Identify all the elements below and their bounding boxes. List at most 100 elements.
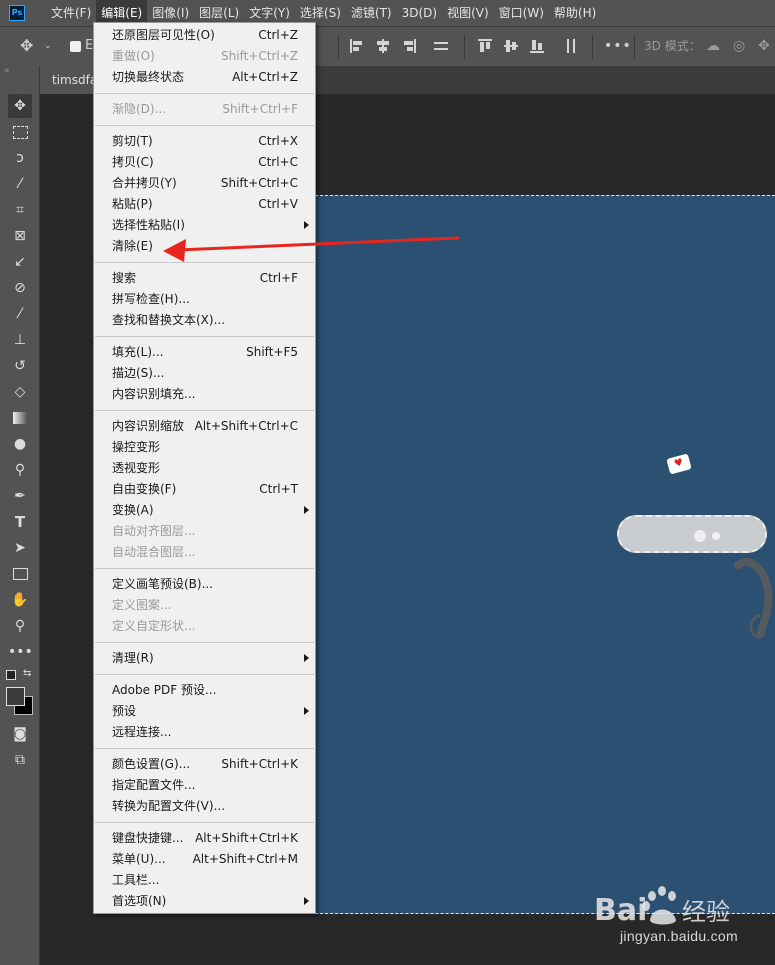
menu-item-shortcut: Ctrl+Z (258, 28, 298, 42)
auto-select-label: E (85, 38, 94, 53)
submenu-arrow-icon (304, 654, 309, 662)
marquee-tool-icon[interactable] (8, 120, 32, 144)
menu-item[interactable]: 滤镜(T) (346, 0, 397, 26)
align-middle-icon[interactable] (504, 39, 518, 53)
menu-separator (95, 262, 314, 263)
menu-item-shortcut: Shift+Ctrl+Z (221, 49, 298, 63)
blur-tool-icon[interactable]: ● (8, 432, 32, 456)
menu-item[interactable]: 搜索 Ctrl+F (94, 268, 315, 288)
align-bottom-icon[interactable] (530, 39, 544, 53)
menu-item[interactable]: 合并拷贝(Y) Shift+Ctrl+C (94, 173, 315, 193)
screen-mode-icon[interactable]: ⧉ (8, 748, 32, 772)
menu-item[interactable]: 转换为配置文件(V)... (94, 796, 315, 816)
menu-item[interactable]: 操控变形 (94, 437, 315, 457)
document-canvas[interactable] (315, 195, 775, 914)
separator (634, 35, 635, 59)
lasso-tool-icon[interactable]: ↄ (8, 146, 32, 170)
menu-item[interactable]: 变换(A) (94, 500, 315, 520)
menu-item[interactable]: 清理(R) (94, 648, 315, 668)
menu-item[interactable]: 透视变形 (94, 458, 315, 478)
illustration-dot (712, 532, 720, 540)
frame-tool-icon[interactable]: ⊠ (8, 224, 32, 248)
hand-tool-icon[interactable]: ✋ (8, 588, 32, 612)
more-tools-icon[interactable]: ••• (8, 640, 33, 664)
menu-item[interactable]: 工具栏... (94, 870, 315, 890)
menu-item[interactable]: 查找和替换文本(X)... (94, 310, 315, 330)
dodge-tool-icon[interactable]: ⚲ (8, 458, 32, 482)
menu-item[interactable]: 剪切(T) Ctrl+X (94, 131, 315, 151)
swap-colors-icon[interactable]: ⇆ (23, 668, 31, 679)
menu-item[interactable]: Adobe PDF 预设... (94, 680, 315, 700)
menu-item[interactable]: 菜单(U)... Alt+Shift+Ctrl+M (94, 849, 315, 869)
tools-panel: » ✥ ↄ ⁄ ⌗ ⊠ ↙ ⊘ ⁄ ⊥ ↺ ◇ ● ⚲ ✒ T ➤ ✋ ⚲ ••… (0, 66, 40, 965)
menu-item[interactable]: 3D(D) (397, 0, 442, 26)
menu-item[interactable]: 预设 (94, 701, 315, 721)
distribute-vertical-icon[interactable] (564, 39, 578, 53)
menu-item[interactable]: 颜色设置(G)... Shift+Ctrl+K (94, 754, 315, 774)
menu-item[interactable]: 拼写检查(H)... (94, 289, 315, 309)
menu-separator (95, 93, 314, 94)
distribute-icon[interactable] (434, 39, 448, 53)
separator (592, 35, 593, 59)
history-brush-tool-icon[interactable]: ↺ (8, 354, 32, 378)
move-tool-icon[interactable]: ✥ (8, 94, 32, 118)
menu-item[interactable]: 自由变换(F) Ctrl+T (94, 479, 315, 499)
3d-pan-icon[interactable]: ✥ (758, 37, 770, 55)
3d-orbit-icon[interactable]: ☁ (706, 37, 720, 55)
default-colors-icon[interactable] (6, 670, 16, 680)
menu-item[interactable]: 文件(F) (46, 0, 96, 26)
menu-item-label: 合并拷贝(Y) (112, 176, 177, 190)
chevron-down-icon[interactable]: ⌄ (44, 37, 52, 55)
move-tool-icon[interactable]: ✥ (20, 37, 33, 55)
path-selection-tool-icon[interactable]: ➤ (8, 536, 32, 560)
eraser-tool-icon[interactable]: ◇ (8, 380, 32, 404)
menu-item[interactable]: 窗口(W) (494, 0, 549, 26)
healing-brush-tool-icon[interactable]: ⊘ (8, 276, 32, 300)
align-left-icon[interactable] (350, 39, 364, 53)
gradient-tool-icon[interactable] (8, 406, 32, 430)
crop-tool-icon[interactable]: ⌗ (8, 198, 32, 222)
menu-item[interactable]: 拷贝(C) Ctrl+C (94, 152, 315, 172)
type-tool-icon[interactable]: T (8, 510, 32, 534)
svg-text:经验: 经验 (682, 898, 730, 926)
menu-item[interactable]: 填充(L)... Shift+F5 (94, 342, 315, 362)
align-right-icon[interactable] (402, 39, 416, 53)
pen-tool-icon[interactable]: ✒ (8, 484, 32, 508)
menu-item[interactable]: 还原图层可见性(O) Ctrl+Z (94, 25, 315, 45)
brush-tool-icon[interactable]: ⁄ (8, 302, 32, 326)
quick-mask-icon[interactable]: ◙ (8, 722, 32, 746)
menu-item[interactable]: 定义画笔预设(B)... (94, 574, 315, 594)
menu-item[interactable]: 描边(S)... (94, 363, 315, 383)
collapse-icon[interactable]: » (4, 66, 10, 76)
menu-item[interactable]: 首选项(N) (94, 891, 315, 911)
foreground-color-swatch[interactable] (6, 687, 25, 706)
magic-wand-tool-icon[interactable]: ⁄ (8, 172, 32, 196)
menu-item-label: 清除(E) (112, 239, 153, 253)
auto-select-checkbox[interactable] (70, 41, 81, 52)
align-top-icon[interactable] (478, 39, 492, 53)
more-options-icon[interactable]: ••• (604, 37, 632, 55)
menu-item[interactable]: 指定配置文件... (94, 775, 315, 795)
menu-item[interactable]: 帮助(H) (549, 0, 601, 26)
menu-item[interactable]: 视图(V) (442, 0, 494, 26)
menu-item[interactable]: 粘贴(P) Ctrl+V (94, 194, 315, 214)
align-center-icon[interactable] (376, 39, 390, 53)
menu-item-label: 粘贴(P) (112, 197, 153, 211)
menu-item-shortcut: Ctrl+T (259, 482, 298, 496)
menu-item-label: 转换为配置文件(V)... (112, 799, 226, 813)
rectangle-tool-icon[interactable] (8, 562, 32, 586)
menu-item[interactable]: 切换最终状态 Alt+Ctrl+Z (94, 67, 315, 87)
menu-item[interactable]: 远程连接... (94, 722, 315, 742)
menu-item[interactable]: 选择性粘贴(I) (94, 215, 315, 235)
zoom-tool-icon[interactable]: ⚲ (8, 614, 32, 638)
menu-item-shortcut: Shift+F5 (246, 345, 298, 359)
menu-item[interactable]: 键盘快捷键... Alt+Shift+Ctrl+K (94, 828, 315, 848)
menu-item[interactable]: 内容识别缩放 Alt+Shift+Ctrl+C (94, 416, 315, 436)
eyedropper-tool-icon[interactable]: ↙ (8, 250, 32, 274)
menu-item-label: 查找和替换文本(X)... (112, 313, 226, 327)
clone-stamp-tool-icon[interactable]: ⊥ (8, 328, 32, 352)
3d-roll-icon[interactable]: ◎ (733, 37, 745, 55)
menu-item-label: 首选项(N) (112, 894, 167, 908)
menu-item[interactable]: 清除(E) (94, 236, 315, 256)
menu-item[interactable]: 内容识别填充... (94, 384, 315, 404)
